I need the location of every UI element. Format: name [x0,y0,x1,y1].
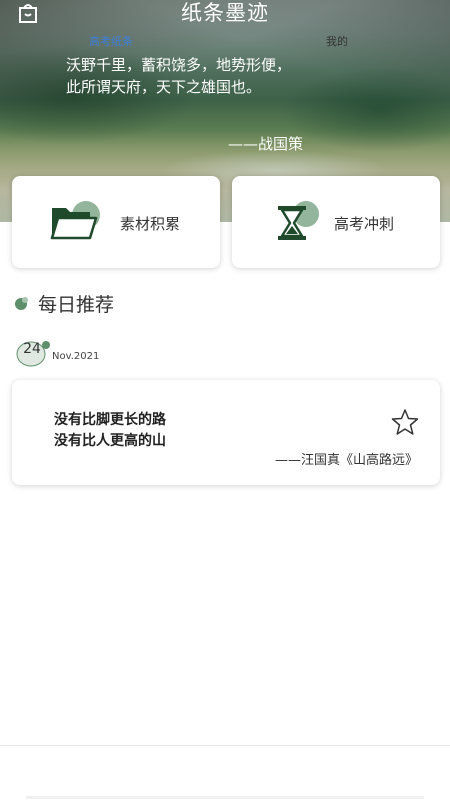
daily-quote-line-2: 没有比人更高的山 [54,433,166,449]
material-card[interactable]: 素材积累 [12,176,220,268]
bottom-tab-bar [0,745,450,801]
daily-quote-source: ——汪国真《山高路远》 [274,453,418,468]
tab-home[interactable]: 高考纸条 [89,33,133,49]
folder-icon [50,200,102,244]
material-card-label: 素材积累 [120,215,181,233]
date-day: 24 [23,341,41,357]
sprint-card[interactable]: 高考冲刺 [232,176,440,268]
section-dot-icon [14,295,30,311]
section-title: 每日推荐 [38,294,115,316]
daily-quote-line-1: 没有比脚更长的路 [54,412,166,428]
app-title: 纸条墨迹 [181,1,269,25]
date-month-year: Nov.2021 [52,351,100,362]
hero-quote-source: ——战国策 [228,135,304,153]
hero-quote: 沃野千里，蓄积饶多，地势形便，此所谓天府，天下之雄国也。 [66,56,292,96]
home-indicator [26,796,424,799]
sprint-card-label: 高考冲刺 [334,215,395,233]
tab-mine[interactable]: 我的 [326,33,348,49]
star-icon[interactable] [390,408,420,436]
hourglass-icon [270,200,322,244]
daily-recommend-card[interactable]: 没有比脚更长的路 没有比人更高的山 ——汪国真《山高路远》 [12,380,440,485]
